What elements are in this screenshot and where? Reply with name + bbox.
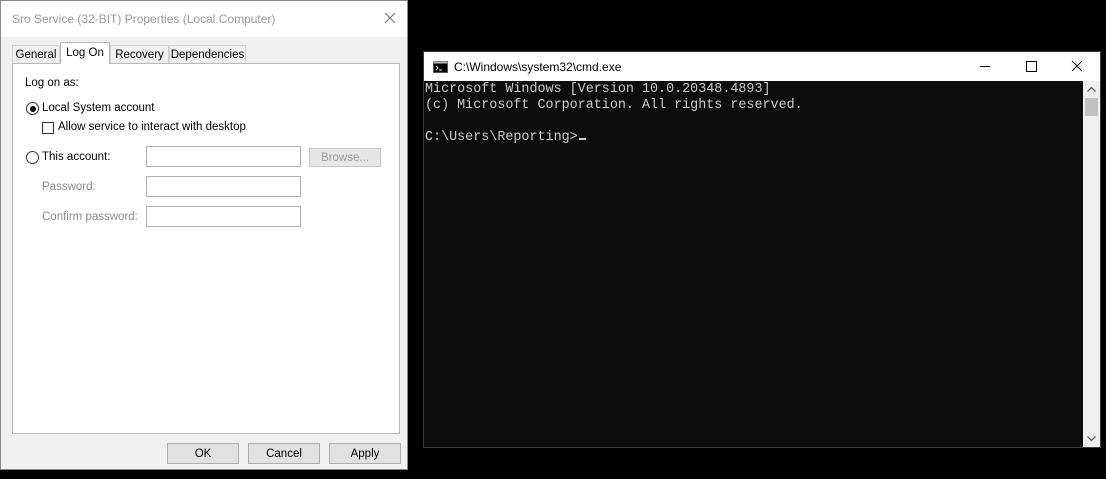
- browse-button[interactable]: Browse...: [309, 148, 381, 167]
- scroll-down-arrow-icon[interactable]: [1083, 430, 1100, 447]
- interact-desktop-checkbox[interactable]: [42, 122, 54, 134]
- tab-recovery[interactable]: Recovery: [110, 45, 169, 63]
- dialog-title: Sro Service (32-BIT) Properties (Local C…: [12, 12, 276, 26]
- this-account-field[interactable]: [146, 146, 301, 167]
- local-system-label[interactable]: Local System account: [42, 102, 155, 114]
- tab-general[interactable]: General: [12, 45, 60, 63]
- close-icon[interactable]: [1054, 52, 1100, 81]
- cancel-button[interactable]: Cancel: [248, 443, 320, 464]
- local-system-radio[interactable]: [26, 102, 39, 115]
- apply-button[interactable]: Apply: [329, 443, 401, 464]
- interact-desktop-label[interactable]: Allow service to interact with desktop: [58, 121, 246, 133]
- ok-button[interactable]: OK: [167, 443, 239, 464]
- maximize-icon[interactable]: [1008, 52, 1054, 81]
- minimize-icon[interactable]: [962, 52, 1008, 81]
- scroll-up-arrow-icon[interactable]: [1083, 81, 1100, 98]
- console-output[interactable]: Microsoft Windows [Version 10.0.20348.48…: [424, 81, 1084, 447]
- console-prompt: C:\Users\Reporting>: [425, 130, 578, 145]
- tab-log-on[interactable]: Log On: [60, 42, 110, 64]
- close-icon[interactable]: [379, 7, 401, 29]
- this-account-radio[interactable]: [26, 151, 39, 164]
- cmd-title-bar[interactable]: C:\Windows\system32\cmd.exe: [424, 52, 1100, 81]
- log-on-as-label: Log on as:: [25, 77, 79, 89]
- text-cursor: [578, 138, 586, 140]
- vertical-scrollbar[interactable]: [1083, 81, 1100, 447]
- cmd-title: C:\Windows\system32\cmd.exe: [454, 60, 622, 74]
- confirm-password-label: Confirm password:: [42, 211, 138, 223]
- log-on-panel: [12, 63, 400, 434]
- scrollbar-thumb[interactable]: [1085, 98, 1098, 116]
- console-prompt-line: C:\Users\Reporting>: [425, 130, 586, 146]
- this-account-label[interactable]: This account:: [42, 151, 110, 163]
- tab-dependencies[interactable]: Dependencies: [169, 45, 246, 63]
- password-field[interactable]: [146, 176, 301, 197]
- dialog-title-bar[interactable]: Sro Service (32-BIT) Properties (Local C…: [1, 1, 407, 37]
- console-line: (c) Microsoft Corporation. All rights re…: [425, 98, 803, 113]
- confirm-password-field[interactable]: [146, 206, 301, 227]
- console-line: Microsoft Windows [Version 10.0.20348.48…: [425, 82, 771, 97]
- password-label: Password:: [42, 181, 96, 193]
- console-icon: [433, 61, 448, 73]
- service-properties-dialog: Sro Service (32-BIT) Properties (Local C…: [0, 0, 408, 470]
- cmd-window: C:\Windows\system32\cmd.exe Microsoft Wi…: [423, 51, 1101, 448]
